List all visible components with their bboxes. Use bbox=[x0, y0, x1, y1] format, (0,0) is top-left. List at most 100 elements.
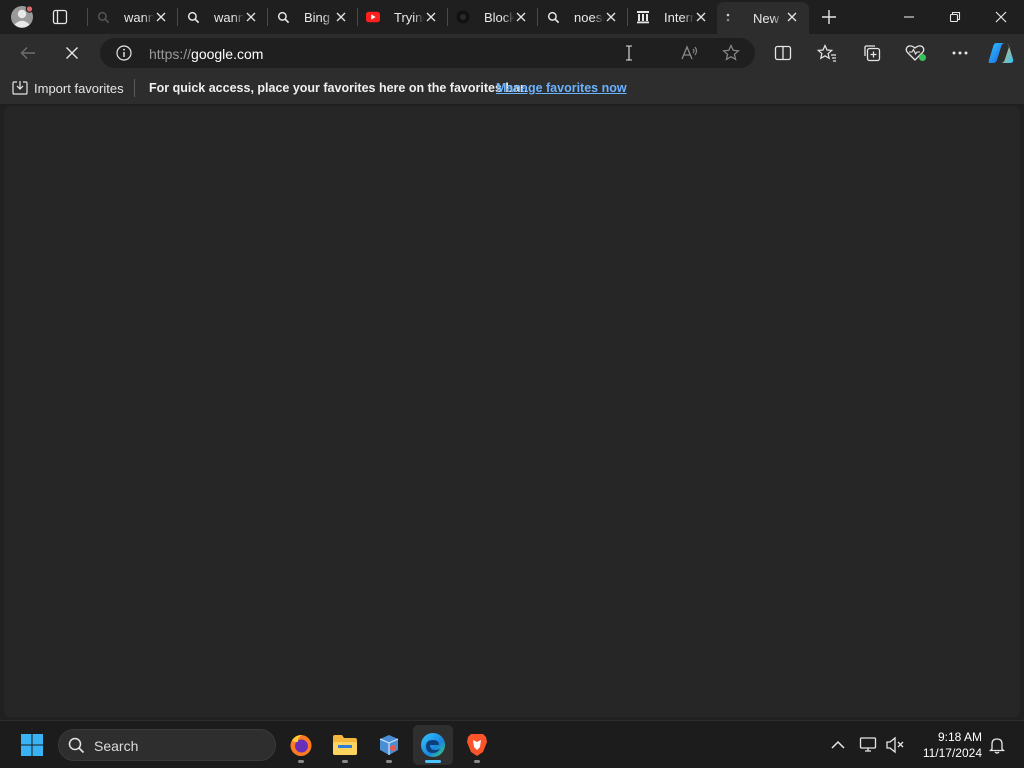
close-tab-icon[interactable] bbox=[334, 10, 348, 24]
more-icon bbox=[952, 51, 968, 55]
close-tab-icon[interactable] bbox=[514, 10, 528, 24]
back-arrow-icon bbox=[20, 47, 35, 59]
heart-pulse-icon bbox=[905, 45, 926, 61]
firefox-icon bbox=[290, 735, 312, 756]
favorites-list-icon bbox=[817, 44, 836, 62]
profile-button[interactable] bbox=[6, 3, 38, 31]
url-scheme: https:// bbox=[149, 46, 192, 62]
windows-icon bbox=[21, 734, 43, 756]
chevron-up-icon bbox=[831, 740, 845, 749]
tab-noesc[interactable]: noesc bbox=[538, 2, 628, 32]
tab-wann-1[interactable]: wann bbox=[88, 2, 178, 32]
address-bar[interactable]: https://google.com bbox=[100, 38, 755, 68]
close-tab-icon[interactable] bbox=[154, 10, 168, 24]
bell-icon bbox=[988, 738, 1006, 754]
start-button[interactable] bbox=[12, 725, 52, 765]
collections-button[interactable] bbox=[858, 39, 886, 67]
close-window-button[interactable] bbox=[978, 0, 1024, 34]
running-indicator bbox=[342, 760, 348, 763]
active-indicator bbox=[425, 760, 441, 763]
taskbar-file-explorer[interactable] bbox=[325, 725, 365, 765]
taskbar-firefox[interactable] bbox=[281, 725, 321, 765]
close-tab-icon[interactable] bbox=[424, 10, 438, 24]
file-explorer-icon bbox=[333, 735, 357, 755]
taskbar-edge[interactable] bbox=[413, 725, 453, 765]
stop-loading-button[interactable] bbox=[58, 39, 86, 67]
taskbar: Search 9:18 AM 11/17/2024 bbox=[0, 720, 1024, 768]
search-icon bbox=[276, 10, 290, 24]
archive-icon bbox=[636, 10, 650, 24]
brave-icon bbox=[467, 734, 487, 756]
tab-new-tab[interactable]: New t bbox=[717, 2, 809, 34]
clock-date: 11/17/2024 bbox=[922, 746, 982, 760]
clock[interactable]: 9:18 AM 11/17/2024 bbox=[912, 729, 982, 761]
restore-button[interactable] bbox=[932, 0, 978, 34]
tab-title: wann bbox=[214, 9, 244, 25]
new-tab-button[interactable] bbox=[813, 3, 845, 31]
favorites-hint-text: For quick access, place your favorites h… bbox=[149, 81, 528, 95]
text-cursor-icon bbox=[625, 45, 633, 66]
tab-title: Trying bbox=[394, 9, 424, 25]
copilot-button[interactable] bbox=[987, 39, 1015, 67]
youtube-icon bbox=[366, 10, 380, 24]
plus-icon bbox=[822, 10, 836, 24]
back-button[interactable] bbox=[14, 39, 42, 67]
taskbar-app[interactable] bbox=[369, 725, 409, 765]
favorites-bar: Import favorites For quick access, place… bbox=[0, 72, 1024, 104]
split-screen-icon bbox=[774, 45, 792, 61]
minimize-button[interactable] bbox=[886, 0, 932, 34]
url-text[interactable]: https://google.com bbox=[149, 46, 263, 62]
show-hidden-icons-button[interactable] bbox=[826, 733, 850, 757]
running-indicator bbox=[298, 760, 304, 763]
tab-internet-archive[interactable]: Intern bbox=[628, 2, 718, 32]
close-tab-icon[interactable] bbox=[694, 10, 708, 24]
display-network-icon bbox=[859, 737, 877, 752]
tab-actions-button[interactable] bbox=[44, 3, 76, 31]
collections-icon bbox=[864, 45, 881, 62]
search-icon bbox=[546, 10, 560, 24]
manage-favorites-link[interactable]: Manage favorites now bbox=[496, 81, 627, 95]
favorite-star-icon[interactable] bbox=[722, 44, 740, 67]
loading-icon bbox=[725, 11, 739, 25]
close-tab-icon[interactable] bbox=[604, 10, 618, 24]
close-tab-icon[interactable] bbox=[785, 10, 799, 24]
speaker-muted-icon bbox=[886, 736, 904, 754]
network-button[interactable] bbox=[857, 733, 881, 757]
search-icon bbox=[96, 10, 110, 24]
browser-essentials-button[interactable] bbox=[902, 39, 930, 67]
tab-github[interactable]: Block bbox=[448, 2, 538, 32]
close-icon bbox=[995, 11, 1007, 23]
tab-bing[interactable]: Bing bbox=[268, 2, 358, 32]
restore-icon bbox=[949, 11, 961, 23]
search-label: Search bbox=[94, 738, 139, 754]
avatar-icon bbox=[11, 5, 34, 28]
favorites-button[interactable] bbox=[813, 39, 841, 67]
navigation-toolbar: https://google.com bbox=[0, 34, 1024, 72]
site-info-icon[interactable] bbox=[116, 45, 132, 66]
app-icon bbox=[379, 735, 399, 755]
running-indicator bbox=[474, 760, 480, 763]
volume-button[interactable] bbox=[883, 733, 907, 757]
import-favorites-label: Import favorites bbox=[34, 80, 124, 96]
close-tab-icon[interactable] bbox=[244, 10, 258, 24]
search-icon bbox=[68, 737, 85, 759]
url-host: google.com bbox=[191, 46, 264, 62]
tab-title: Bing bbox=[304, 9, 331, 25]
tab-bar: wann wann Bing Trying bbox=[0, 0, 1024, 34]
tab-wann-2[interactable]: wann bbox=[178, 2, 268, 32]
running-indicator bbox=[386, 760, 392, 763]
clock-time: 9:18 AM bbox=[937, 730, 982, 744]
tab-youtube[interactable]: Trying bbox=[358, 2, 448, 32]
import-favorites-button[interactable]: Import favorites bbox=[12, 80, 124, 96]
notifications-button[interactable] bbox=[985, 733, 1009, 757]
settings-more-button[interactable] bbox=[946, 39, 974, 67]
read-aloud-icon[interactable] bbox=[681, 45, 699, 66]
copilot-icon bbox=[988, 43, 1014, 63]
taskbar-brave[interactable] bbox=[457, 725, 497, 765]
split-screen-button[interactable] bbox=[769, 39, 797, 67]
tab-title: Intern bbox=[664, 9, 694, 25]
import-icon bbox=[12, 81, 28, 95]
taskbar-search[interactable]: Search bbox=[58, 729, 276, 761]
edge-icon bbox=[421, 733, 445, 757]
page-content bbox=[4, 106, 1020, 717]
